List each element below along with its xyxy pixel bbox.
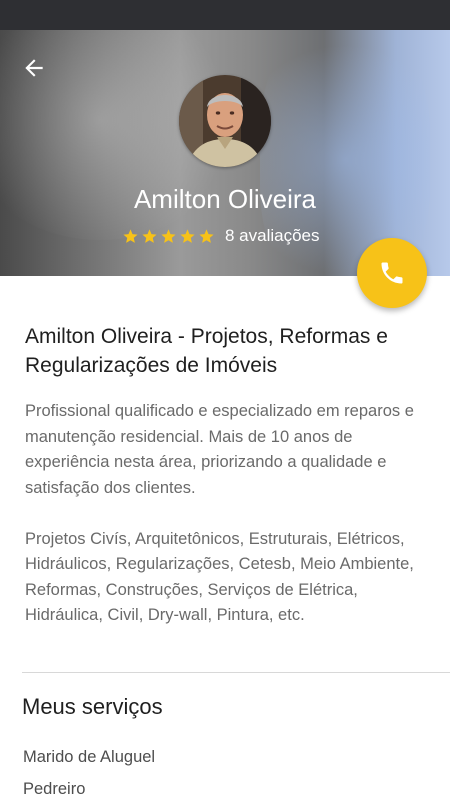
star-icon: [142, 228, 157, 243]
phone-icon: [381, 262, 403, 284]
services-heading: Meus serviços: [22, 694, 163, 719]
service-title: Amilton Oliveira - Projetos, Reformas e …: [25, 325, 388, 377]
rating-stars: [122, 228, 215, 245]
review-count[interactable]: 8 avaliações: [225, 226, 320, 246]
back-button[interactable]: [16, 50, 52, 86]
arrow-left-icon: [25, 59, 43, 77]
divider: [22, 672, 450, 673]
profile-name: Amilton Oliveira: [133, 184, 317, 214]
service-description: Profissional qualificado e especializado…: [25, 399, 430, 629]
avatar: [179, 75, 271, 167]
star-icon: [199, 228, 214, 243]
status-bar: [0, 0, 450, 30]
star-icon: [123, 228, 138, 243]
star-icon: [161, 228, 176, 243]
rating: 8 avaliações: [122, 224, 320, 248]
call-button[interactable]: [357, 238, 427, 308]
services-list: Marido de Aluguel Pedreiro: [23, 741, 155, 805]
star-icon: [180, 228, 195, 243]
description-paragraph: Profissional qualificado e especializado…: [25, 402, 414, 497]
service-item[interactable]: Pedreiro: [23, 773, 155, 805]
description-paragraph: Projetos Civís, Arquitetônicos, Estrutur…: [25, 529, 414, 625]
service-item[interactable]: Marido de Aluguel: [23, 741, 155, 773]
